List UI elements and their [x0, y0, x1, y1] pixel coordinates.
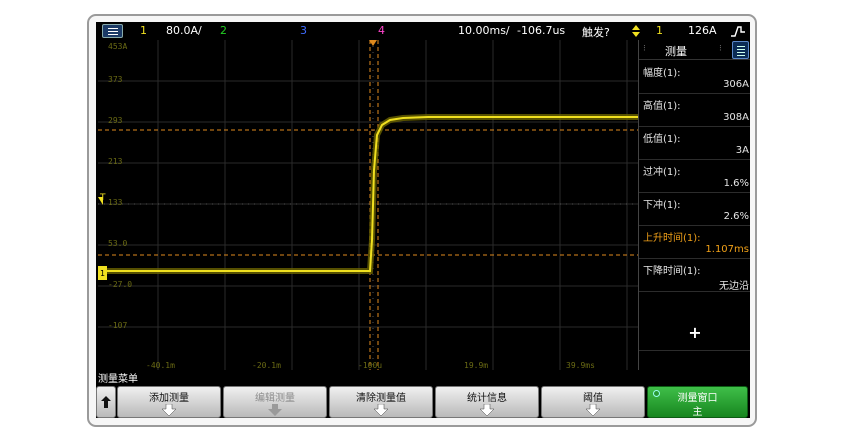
measurement-item[interactable]: 下降时间(1): 无边沿 — [639, 259, 750, 292]
y-tick-label: 293 — [108, 116, 123, 125]
x-tick-label: -100u — [358, 361, 383, 370]
softkey-label: 编辑测量 — [255, 393, 295, 404]
measurement-item[interactable]: 高值(1): 308A — [639, 94, 750, 127]
down-arrow-icon — [162, 404, 176, 416]
trigger-channel[interactable]: 1 — [656, 24, 663, 37]
softkey-label: 统计信息 — [467, 393, 507, 404]
ch1-trace — [98, 116, 638, 272]
measurement-name: 幅度(1): — [643, 68, 681, 79]
statistics-softkey[interactable]: 统计信息 — [435, 386, 539, 418]
measurement-panel-header: ⁝ 测量 ⁝ — [639, 40, 750, 60]
measurement-item-selected[interactable]: 上升时间(1): 1.107ms — [639, 226, 750, 259]
measurement-name: 上升时间(1): — [643, 233, 701, 244]
down-arrow-icon — [480, 404, 494, 416]
measurement-name: 下冲(1): — [643, 200, 681, 211]
measurement-value: 306A — [723, 79, 749, 90]
ch1-scale[interactable]: 80.0A/ — [166, 24, 202, 37]
y-tick-label: 133 — [108, 198, 123, 207]
measurement-name: 高值(1): — [643, 101, 681, 112]
edit-measurement-softkey[interactable]: 编辑测量 — [223, 386, 327, 418]
drag-handle-icon[interactable]: ⁝ — [719, 44, 722, 54]
measurement-value: 1.107ms — [705, 244, 749, 255]
main-menu-icon[interactable] — [102, 24, 123, 38]
x-tick-label: 19.9m — [464, 361, 489, 370]
down-arrow-icon — [586, 404, 600, 416]
measurement-panel-title[interactable]: 测量 — [665, 43, 687, 59]
x-tick-label: 39.9ms — [566, 361, 595, 370]
softkey-label: 测量窗口 — [677, 393, 718, 404]
waveform-icon[interactable] — [730, 24, 746, 38]
panel-menu-icon[interactable] — [732, 41, 749, 59]
delay-readout[interactable]: -106.7us — [517, 24, 565, 37]
measurement-value: 3A — [735, 145, 749, 156]
down-arrow-icon — [374, 404, 388, 416]
y-tick-label: -27.0 — [108, 280, 133, 289]
waveform-plot[interactable]: 1 453A 373 293 213 133 53.0 -27.0 -107 T… — [98, 40, 638, 370]
scope-screen: 1 80.0A/ 2 3 4 10.00ms/ -106.7us 触发? 1 1… — [96, 22, 750, 418]
measurement-value: 1.6% — [723, 178, 749, 189]
ch1-trace-glow — [98, 114, 638, 274]
add-measurement-softkey[interactable]: 添加测量 — [117, 386, 221, 418]
softkey-menu-title: 测量菜单 — [98, 374, 138, 385]
measurement-name: 低值(1): — [643, 134, 681, 145]
x-tick-label: -40.1m — [146, 361, 175, 370]
ch4-number[interactable]: 4 — [378, 24, 385, 37]
y-tick-label: 53.0 — [108, 239, 128, 248]
measurement-value: 无边沿 — [719, 281, 749, 292]
y-tick-label: 213 — [108, 157, 123, 166]
y-tick-label: 453A — [108, 42, 128, 51]
down-arrow-icon — [268, 404, 282, 416]
measurement-value: 2.6% — [723, 211, 749, 222]
trigger-level[interactable]: 126A — [688, 24, 717, 37]
measurement-name: 下降时间(1): — [643, 266, 701, 277]
drag-handle-icon[interactable]: ⁝ — [643, 44, 646, 54]
measurement-item[interactable]: 幅度(1): 306A — [639, 61, 750, 94]
y-tick-label: -107 — [108, 321, 128, 330]
up-arrow-icon — [101, 396, 111, 408]
y-tick-label: 373 — [108, 75, 123, 84]
softkey-value: 主 — [692, 407, 703, 418]
clear-measurements-softkey[interactable]: 清除测量值 — [329, 386, 433, 418]
plot-grid: 1 — [98, 40, 638, 370]
softkey-label: 阈值 — [583, 393, 603, 404]
ch1-number[interactable]: 1 — [140, 24, 147, 37]
softkey-label: 添加测量 — [149, 393, 189, 404]
x-tick-label: -20.1m — [252, 361, 281, 370]
back-up-button[interactable] — [96, 386, 116, 418]
measurement-window-softkey[interactable]: 测量窗口 主 — [647, 386, 748, 418]
trigger-marker-label: T — [100, 193, 106, 203]
measurement-panel: ⁝ 测量 ⁝ 幅度(1): 306A 高值(1): 308A 低值(1): 3A… — [638, 40, 750, 370]
trigger-edge-icon[interactable] — [632, 25, 640, 37]
measurement-name: 过冲(1): — [643, 167, 681, 178]
measurement-item[interactable]: 下冲(1): 2.6% — [639, 193, 750, 226]
svg-text:1: 1 — [100, 269, 105, 278]
add-measurement-button[interactable]: + — [639, 317, 750, 351]
ch3-number[interactable]: 3 — [300, 24, 307, 37]
timebase-readout[interactable]: 10.00ms/ — [458, 24, 510, 37]
measurement-value: 308A — [723, 112, 749, 123]
measurement-item[interactable]: 过冲(1): 1.6% — [639, 160, 750, 193]
ch2-number[interactable]: 2 — [220, 24, 227, 37]
softkey-label: 清除测量值 — [356, 393, 406, 404]
trigger-status: 触发? — [582, 26, 610, 39]
status-bar: 1 80.0A/ 2 3 4 10.00ms/ -106.7us 触发? 1 1… — [96, 22, 750, 40]
softkey-bar: 添加测量 编辑测量 清除测量值 统计信息 阈值 测量窗口 主 — [96, 386, 750, 418]
measurement-item[interactable]: 低值(1): 3A — [639, 127, 750, 160]
threshold-softkey[interactable]: 阈值 — [541, 386, 645, 418]
